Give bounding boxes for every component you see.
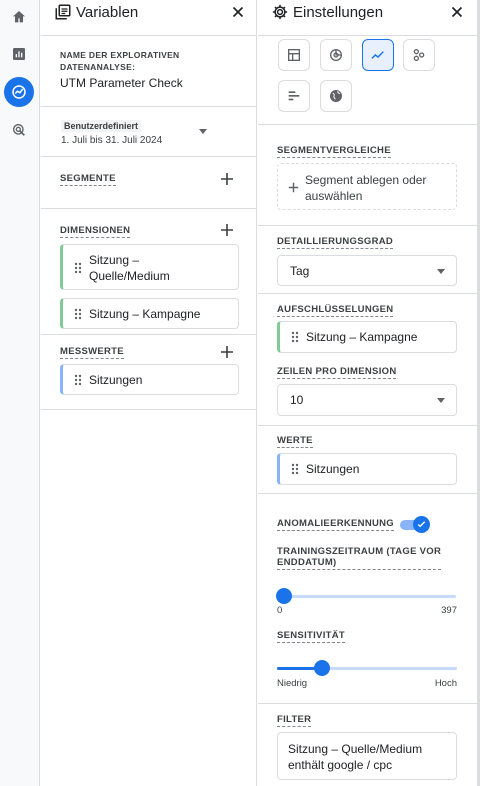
close-icon[interactable] xyxy=(448,3,466,26)
drag-handle-icon[interactable] xyxy=(291,463,299,475)
metric-chip[interactable]: Sitzungen xyxy=(60,364,239,395)
anomaly-section: ANOMALIEERKENNUNG TRAININGSZEITRAUM (TAG… xyxy=(258,494,477,704)
add-icon xyxy=(288,180,299,198)
breakdowns-caption: AUFSCHLÜSSELUNGEN xyxy=(277,304,394,317)
dimension-label: Sitzung – Quelle/Medium xyxy=(89,253,170,283)
filter-text: Sitzung – Quelle/Medium enthält google /… xyxy=(288,742,423,772)
breakdown-chip[interactable]: Sitzung – Kampagne xyxy=(277,321,457,353)
globe-icon[interactable] xyxy=(320,80,352,112)
exploration-name[interactable]: UTM Parameter Check xyxy=(60,76,183,90)
values-section: WERTE Sitzungen xyxy=(258,426,477,494)
granularity-section: DETAILLIERUNGSGRAD Tag xyxy=(258,226,477,294)
chevron-down-icon xyxy=(437,398,445,403)
drag-handle-icon[interactable] xyxy=(74,262,82,274)
line-chart-icon[interactable] xyxy=(362,39,394,71)
chevron-down-icon xyxy=(437,268,445,274)
values-chip[interactable]: Sitzungen xyxy=(277,453,457,485)
donut-chart-icon[interactable] xyxy=(320,39,352,71)
metrics-section: MESSWERTE Sitzungen xyxy=(41,335,256,410)
sensitivity-high: Hoch xyxy=(434,678,457,689)
granularity-caption: DETAILLIERUNGSGRAD xyxy=(277,236,394,249)
segment-drop-zone[interactable]: Segment ablegen oder auswählen xyxy=(277,163,457,210)
rows-caption: ZEILEN PRO DIMENSION xyxy=(277,366,397,379)
segment-compare-section: SEGMENTVERGLEICHE Segment ablegen oder a… xyxy=(258,125,477,226)
drag-handle-icon[interactable] xyxy=(291,331,299,343)
breakdown-label: Sitzung – Kampagne xyxy=(306,330,418,344)
exploration-name-section: NAME DER EXPLORATIVEN DATENANALYSE: UTM … xyxy=(41,36,256,107)
check-icon xyxy=(413,516,430,533)
training-min: 0 xyxy=(277,605,283,616)
variables-title: Variablen xyxy=(76,4,139,21)
visualization-section xyxy=(258,36,477,125)
metric-label: Sitzungen xyxy=(89,373,143,387)
anomaly-caption: ANOMALIEERKENNUNG xyxy=(277,518,394,531)
segment-drop-text: Segment ablegen oder auswählen xyxy=(305,173,427,203)
variables-icon xyxy=(54,3,72,26)
scatter-icon[interactable] xyxy=(403,39,435,71)
date-range-section[interactable]: Benutzerdefiniert 1. Juli bis 31. Juli 2… xyxy=(41,107,256,157)
settings-gear-icon xyxy=(271,3,289,26)
values-label: Sitzungen xyxy=(306,462,360,476)
dimension-chip[interactable]: Sitzung – Kampagne xyxy=(60,298,239,329)
reports-icon[interactable] xyxy=(4,39,34,69)
drag-handle-icon[interactable] xyxy=(74,308,82,320)
rows-select[interactable]: 10 xyxy=(277,384,457,416)
filter-section: FILTER Sitzung – Quelle/Medium enthält g… xyxy=(258,704,477,786)
granularity-value: Tag xyxy=(290,263,310,278)
add-dimension-icon[interactable] xyxy=(220,223,234,237)
segments-caption: SEGMENTE xyxy=(60,173,116,186)
drag-handle-icon[interactable] xyxy=(74,374,82,386)
bar-chart-icon[interactable] xyxy=(278,80,310,112)
filter-chip[interactable]: Sitzung – Quelle/Medium enthält google /… xyxy=(277,732,457,780)
anomaly-toggle[interactable] xyxy=(400,516,430,533)
explore-icon[interactable] xyxy=(4,77,34,107)
metrics-caption: MESSWERTE xyxy=(60,346,124,359)
date-dropdown-icon[interactable] xyxy=(199,128,207,134)
dimension-chip[interactable]: Sitzung – Quelle/Medium xyxy=(60,244,239,290)
sensitivity-low: Niedrig xyxy=(277,678,308,689)
training-max: 397 xyxy=(441,605,457,616)
filter-caption: FILTER xyxy=(277,714,312,727)
values-caption: WERTE xyxy=(277,435,313,448)
table-icon[interactable] xyxy=(278,39,310,71)
variables-header: Variablen xyxy=(41,0,256,36)
training-slider[interactable] xyxy=(276,588,456,604)
granularity-select[interactable]: Tag xyxy=(277,255,457,286)
add-metric-icon[interactable] xyxy=(220,345,234,359)
dimensions-section: DIMENSIONEN Sitzung – Quelle/Medium Sitz… xyxy=(41,209,256,335)
sensitivity-caption: SENSITIVITÄT xyxy=(277,630,345,643)
date-range: 1. Juli bis 31. Juli 2024 xyxy=(61,135,163,146)
variables-panel: Variablen NAME DER EXPLORATIVEN DATENANA… xyxy=(41,0,257,786)
segment-compare-caption: SEGMENTVERGLEICHE xyxy=(277,145,391,158)
sensitivity-slider-thumb[interactable] xyxy=(314,660,330,676)
close-icon[interactable] xyxy=(229,3,247,26)
date-badge: Benutzerdefiniert xyxy=(61,120,142,132)
exploration-name-caption: NAME DER EXPLORATIVEN DATENANALYSE: xyxy=(60,50,180,72)
dimensions-caption: DIMENSIONEN xyxy=(60,225,131,238)
home-icon[interactable] xyxy=(4,2,34,32)
training-slider-thumb[interactable] xyxy=(276,588,292,604)
add-segment-icon[interactable] xyxy=(220,172,234,186)
sensitivity-slider[interactable] xyxy=(277,660,457,676)
rows-value: 10 xyxy=(290,393,304,407)
segments-section: SEGMENTE xyxy=(41,157,256,209)
advertising-icon[interactable] xyxy=(4,115,34,145)
nav-rail xyxy=(0,0,40,786)
breakdowns-section: AUFSCHLÜSSELUNGEN Sitzung – Kampagne ZEI… xyxy=(258,294,477,426)
dimension-label: Sitzung – Kampagne xyxy=(89,307,201,321)
training-caption: TRAININGSZEITRAUM (TAGE VOR ENDDATUM) xyxy=(277,546,442,570)
settings-header: Einstellungen xyxy=(258,0,477,36)
settings-panel: Einstellungen SEGMENTVERGLEICHE Segment … xyxy=(258,0,477,786)
settings-title: Einstellungen xyxy=(293,4,384,21)
